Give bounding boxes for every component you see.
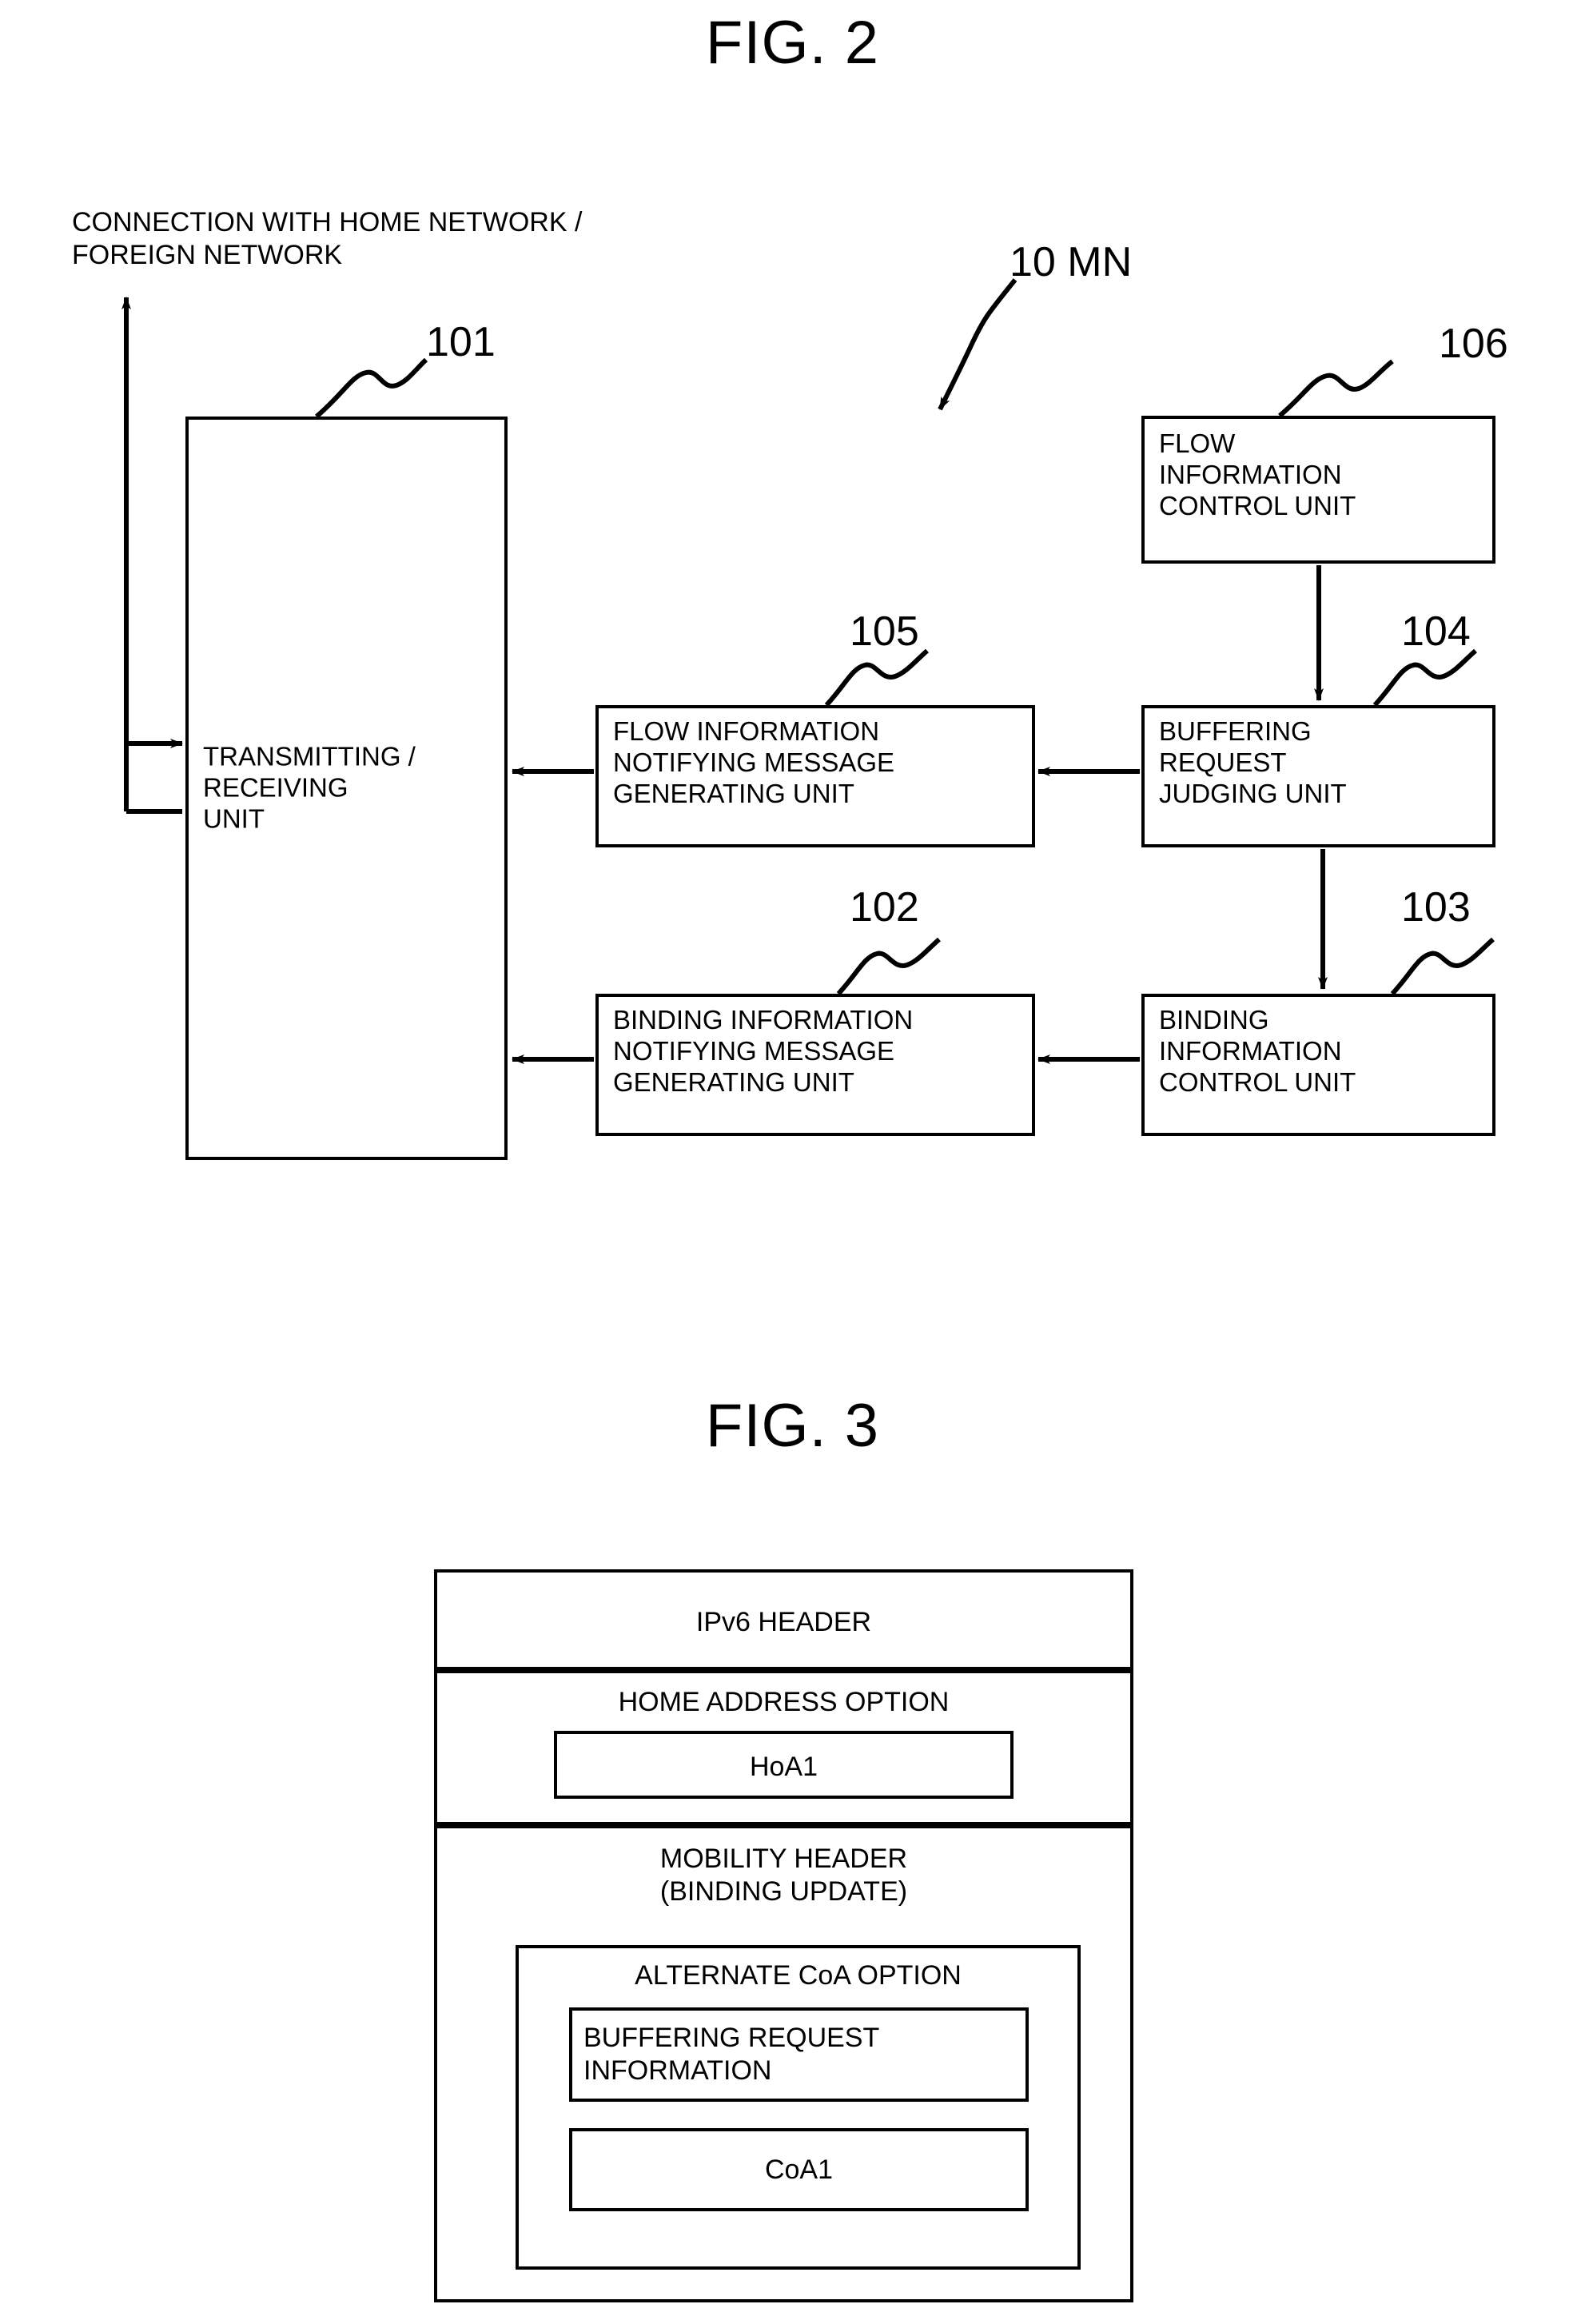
patent-figure-sheet: FIG. 2 CONNECTION WITH HOME NETWORK / FO…	[0, 0, 1585, 2324]
leader-102	[836, 937, 941, 996]
unit-box-106-label: FLOW INFORMATION CONTROL UNIT	[1159, 429, 1356, 520]
unit-box-106-flow-information-control-unit[interactable]: FLOW INFORMATION CONTROL UNIT	[1141, 416, 1495, 564]
ref-numeral-105: 105	[850, 608, 919, 655]
fig3-box-coa1[interactable]: CoA1	[569, 2128, 1029, 2211]
ref-numeral-103: 103	[1401, 884, 1471, 931]
connection-network-caption: CONNECTION WITH HOME NETWORK / FOREIGN N…	[72, 207, 583, 271]
leader-103	[1390, 937, 1495, 996]
leader-10-mn	[938, 278, 1018, 411]
fig3-box-hoa1-label: HoA1	[749, 1752, 818, 1782]
fig3-box-coa1-label: CoA1	[764, 2155, 834, 2185]
leader-104	[1372, 648, 1477, 708]
figure-2-title: FIG. 2	[705, 9, 880, 77]
fig3-row-ipv6-header-label: IPv6 HEADER	[695, 1607, 872, 1637]
unit-box-104-buffering-request-judging-unit[interactable]: BUFFERING REQUEST JUDGING UNIT	[1141, 705, 1495, 847]
leader-106	[1278, 359, 1394, 418]
device-label-10-mn: 10 MN	[1010, 239, 1133, 285]
ref-numeral-104: 104	[1401, 608, 1471, 655]
fig3-row-ipv6-header[interactable]: IPv6 HEADER	[434, 1569, 1133, 1670]
fig3-row-home-address-option-label: HOME ADDRESS OPTION	[618, 1687, 950, 1717]
fig3-box-alternate-coa-option[interactable]: ALTERNATE CoA OPTION BUFFERING REQUEST I…	[516, 1945, 1081, 2270]
ref-numeral-106: 106	[1439, 321, 1508, 367]
fig3-box-alternate-coa-option-label: ALTERNATE CoA OPTION	[635, 1960, 962, 1991]
leader-101	[315, 357, 428, 419]
network-connection-arrow	[121, 297, 183, 814]
unit-box-105-label: FLOW INFORMATION NOTIFYING MESSAGE GENER…	[613, 716, 895, 808]
fig3-row-mobility-header-label: MOBILITY HEADER (BINDING UPDATE)	[659, 1844, 908, 1907]
ref-numeral-101: 101	[426, 319, 496, 365]
fig3-box-buffering-request-information[interactable]: BUFFERING REQUEST INFORMATION	[569, 2007, 1029, 2102]
fig3-row-home-address-option[interactable]: HOME ADDRESS OPTION HoA1	[434, 1670, 1133, 1825]
unit-box-104-label: BUFFERING REQUEST JUDGING UNIT	[1159, 716, 1347, 808]
unit-box-101-label: TRANSMITTING / RECEIVING UNIT	[203, 741, 416, 834]
figure-3-title: FIG. 3	[705, 1392, 880, 1460]
leader-105	[824, 648, 929, 708]
ref-numeral-102: 102	[850, 884, 919, 931]
unit-box-103-label: BINDING INFORMATION CONTROL UNIT	[1159, 1005, 1356, 1097]
unit-box-105-flow-information-notifying-message-generating-unit[interactable]: FLOW INFORMATION NOTIFYING MESSAGE GENER…	[595, 705, 1035, 847]
unit-box-102-label: BINDING INFORMATION NOTIFYING MESSAGE GE…	[613, 1005, 914, 1097]
unit-box-103-binding-information-control-unit[interactable]: BINDING INFORMATION CONTROL UNIT	[1141, 994, 1495, 1136]
fig3-box-hoa1[interactable]: HoA1	[554, 1731, 1014, 1799]
fig3-row-mobility-header[interactable]: MOBILITY HEADER (BINDING UPDATE) ALTERNA…	[434, 1825, 1133, 2302]
fig3-box-buffering-request-information-label: BUFFERING REQUEST INFORMATION	[583, 2023, 880, 2086]
unit-box-101-transmitting-receiving-unit[interactable]: TRANSMITTING / RECEIVING UNIT	[185, 417, 508, 1160]
unit-box-102-binding-information-notifying-message-generating-unit[interactable]: BINDING INFORMATION NOTIFYING MESSAGE GE…	[595, 994, 1035, 1136]
